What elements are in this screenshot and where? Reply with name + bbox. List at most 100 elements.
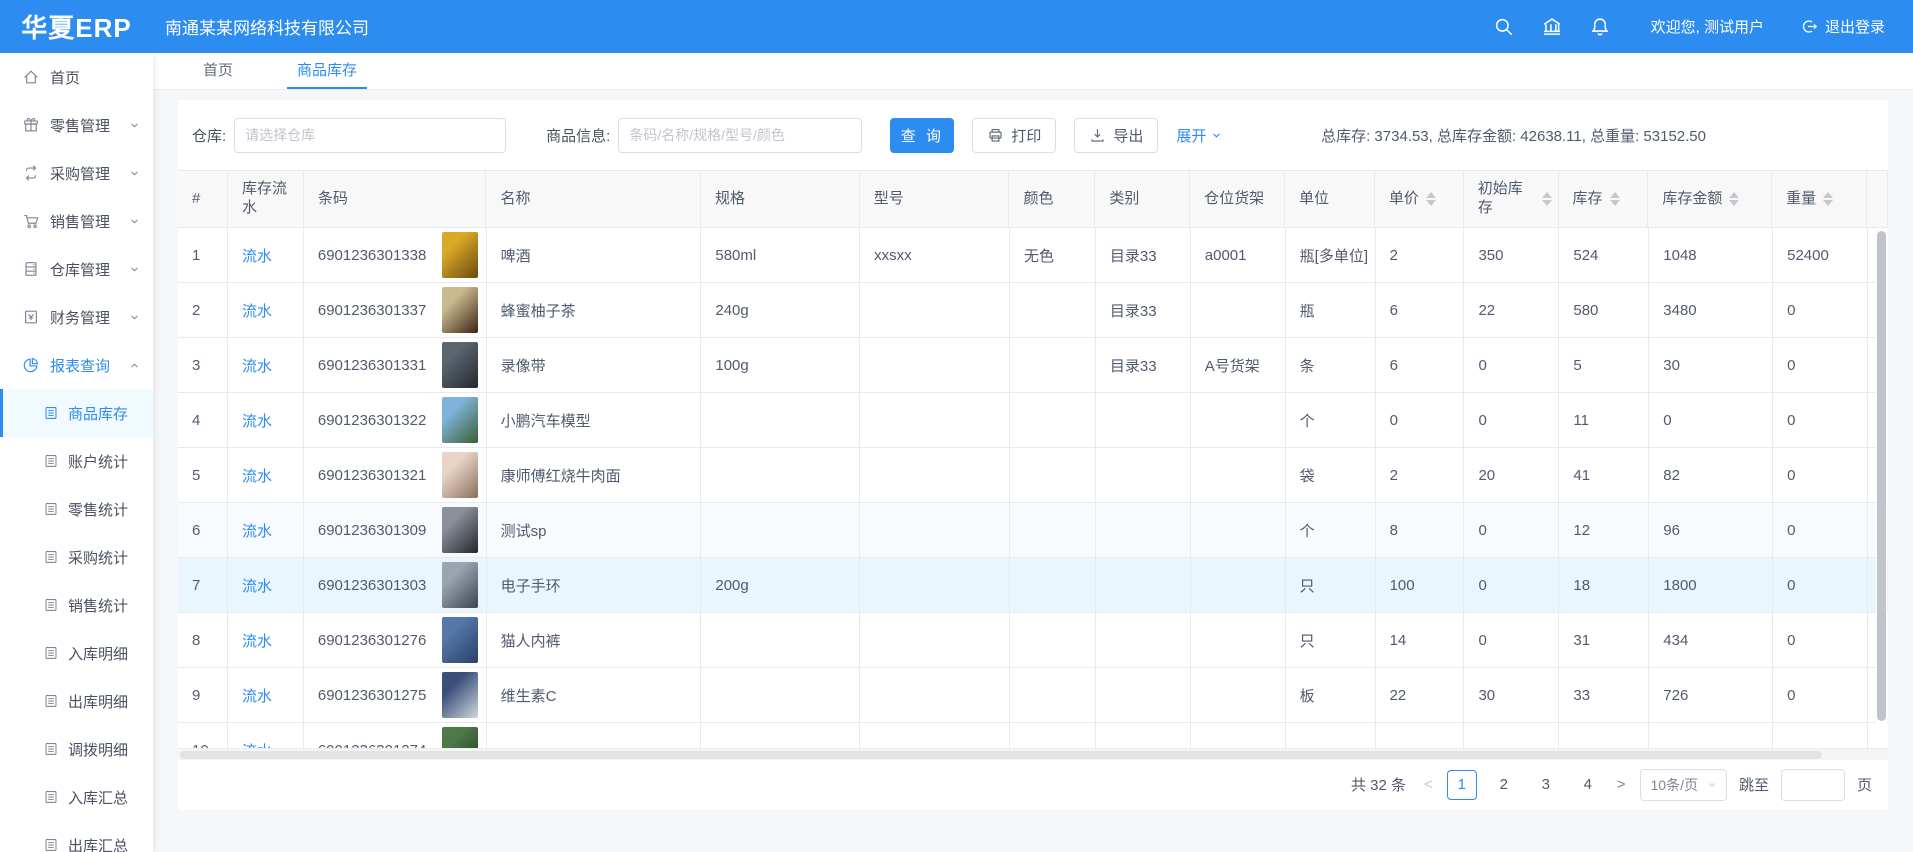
product-info-input[interactable]	[618, 118, 862, 153]
cell-index: 3	[178, 338, 228, 392]
sidebar-item[interactable]: 报表查询	[0, 341, 153, 389]
vertical-scrollbar[interactable]	[1876, 229, 1887, 747]
cell-color: 无色	[1010, 228, 1096, 282]
product-thumbnail[interactable]	[442, 617, 478, 663]
print-button[interactable]: 打印	[972, 118, 1056, 153]
cell-flow: 流水	[228, 338, 304, 392]
sidebar-item[interactable]: 采购管理	[0, 149, 153, 197]
sidebar-item-label: 仓库管理	[50, 259, 110, 280]
export-button[interactable]: 导出	[1074, 118, 1158, 153]
next-page-button[interactable]: >	[1615, 776, 1628, 793]
sort-icon[interactable]	[1542, 192, 1552, 206]
product-thumbnail[interactable]	[442, 342, 478, 388]
page-size-select[interactable]: 10条/页	[1640, 769, 1727, 801]
page-tab[interactable]: 首页	[193, 59, 243, 89]
notification-bell-icon[interactable]	[1589, 16, 1611, 38]
page-button[interactable]: 4	[1573, 770, 1603, 800]
product-thumbnail[interactable]	[442, 287, 478, 333]
top-bar: 华夏ERP 南通某某网络科技有限公司 欢迎您, 测试用户 退出登录	[0, 0, 1913, 53]
product-thumbnail[interactable]	[442, 507, 478, 553]
sort-icon[interactable]	[1729, 192, 1739, 206]
sidebar-subitem[interactable]: 入库汇总	[0, 773, 153, 821]
page-button[interactable]: 1	[1447, 770, 1477, 800]
sidebar-item[interactable]: 首页	[0, 53, 153, 101]
logout-label: 退出登录	[1825, 16, 1885, 37]
stock-summary: 总库存: 3734.53, 总库存金额: 42638.11, 总重量: 5315…	[1321, 125, 1706, 146]
expand-toggle[interactable]: 展开	[1176, 125, 1223, 146]
sort-icon[interactable]	[1426, 192, 1436, 206]
horizontal-scrollbar[interactable]	[178, 748, 1888, 760]
home-icon	[22, 68, 40, 86]
product-thumbnail[interactable]	[442, 672, 478, 718]
cell-spec	[701, 393, 860, 447]
sidebar-subitem[interactable]: 零售统计	[0, 485, 153, 533]
sort-icon[interactable]	[1823, 192, 1833, 206]
flow-link[interactable]: 流水	[242, 630, 272, 651]
cell-model	[860, 283, 1010, 337]
cell-category	[1096, 558, 1191, 612]
cell-shelf	[1191, 393, 1286, 447]
flow-link[interactable]: 流水	[242, 575, 272, 596]
sidebar-item[interactable]: 仓库管理	[0, 245, 153, 293]
table-row: 5 流水 6901236301321 康师傅红烧牛肉面 袋 2	[178, 448, 1888, 503]
page-button[interactable]: 3	[1531, 770, 1561, 800]
sidebar-item-label: 财务管理	[50, 307, 110, 328]
jump-page-input[interactable]	[1781, 769, 1845, 801]
cell-name: 电子手环	[487, 558, 702, 612]
product-thumbnail[interactable]	[442, 562, 478, 608]
sidebar-item[interactable]: 零售管理	[0, 101, 153, 149]
flow-link[interactable]: 流水	[242, 410, 272, 431]
table-row: 9 流水 6901236301275 维生素C 板 22	[178, 668, 1888, 723]
sidebar-subitem[interactable]: 入库明细	[0, 629, 153, 677]
table-row: 4 流水 6901236301322 小鹏汽车模型 个 0	[178, 393, 1888, 448]
sidebar-subitem[interactable]: 销售统计	[0, 581, 153, 629]
product-thumbnail[interactable]	[442, 452, 478, 498]
cell-initial-stock	[1464, 723, 1559, 748]
flow-link[interactable]: 流水	[242, 355, 272, 376]
page-tab[interactable]: 商品库存	[287, 59, 367, 89]
search-icon[interactable]	[1493, 16, 1515, 38]
product-thumbnail[interactable]	[442, 727, 478, 748]
warehouse-select[interactable]	[234, 118, 506, 153]
sidebar-subitem-label: 出库明细	[68, 691, 128, 712]
product-thumbnail[interactable]	[442, 232, 478, 278]
search-button[interactable]: 查 询	[890, 118, 954, 153]
flow-link[interactable]: 流水	[242, 520, 272, 541]
flow-link[interactable]: 流水	[242, 465, 272, 486]
cell-name: 猫人内裤	[487, 613, 702, 667]
cell-spec	[701, 448, 860, 502]
sidebar-item[interactable]: 财务管理	[0, 293, 153, 341]
pagination-bar: 共 32 条 < 1234 > 10条/页 跳至 页	[178, 760, 1888, 809]
sidebar-item-label: 首页	[50, 67, 80, 88]
sidebar-subitem[interactable]: 调拨明细	[0, 725, 153, 773]
sidebar-subitem[interactable]: 账户统计	[0, 437, 153, 485]
logout-button[interactable]: 退出登录	[1800, 16, 1885, 37]
cell-category	[1096, 448, 1191, 502]
sidebar-subitem[interactable]: 出库汇总	[0, 821, 153, 852]
cell-spec	[701, 503, 860, 557]
sidebar-subitem[interactable]: 采购统计	[0, 533, 153, 581]
cell-stock: 524	[1559, 228, 1649, 282]
table-row: 8 流水 6901236301276 猫人内裤 只 14	[178, 613, 1888, 668]
report-icon	[22, 356, 40, 374]
cell-barcode: 6901236301338	[304, 228, 487, 282]
flow-link[interactable]: 流水	[242, 740, 272, 749]
product-thumbnail[interactable]	[442, 397, 478, 443]
cell-stock: 12	[1559, 503, 1649, 557]
sort-icon[interactable]	[1610, 192, 1620, 206]
tenant-bank-icon[interactable]	[1541, 16, 1563, 38]
sidebar-subitem[interactable]: 商品库存	[0, 389, 153, 437]
cell-category	[1096, 668, 1191, 722]
flow-link[interactable]: 流水	[242, 300, 272, 321]
content-card: 仓库: 商品信息: 查 询 打印 导出 展开 总库存: 3734.53, 总库存…	[178, 100, 1888, 810]
cell-spec	[701, 723, 860, 748]
cell-shelf	[1191, 283, 1286, 337]
sidebar-subitem[interactable]: 出库明细	[0, 677, 153, 725]
flow-link[interactable]: 流水	[242, 245, 272, 266]
prev-page-button[interactable]: <	[1422, 776, 1435, 793]
page-button[interactable]: 2	[1489, 770, 1519, 800]
cell-category	[1096, 503, 1191, 557]
sidebar-item-label: 零售管理	[50, 115, 110, 136]
sidebar-item[interactable]: 销售管理	[0, 197, 153, 245]
flow-link[interactable]: 流水	[242, 685, 272, 706]
